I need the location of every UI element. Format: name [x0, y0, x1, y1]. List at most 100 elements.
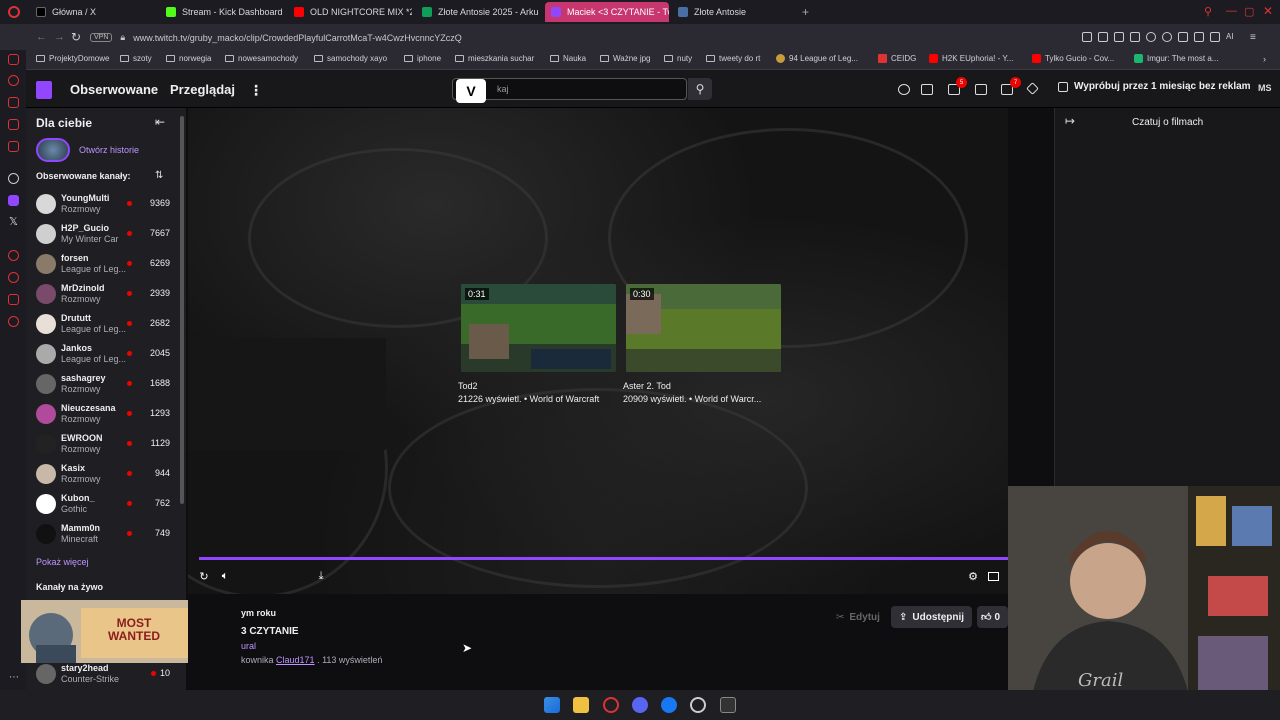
close-button[interactable]: ✕	[1263, 4, 1273, 18]
seek-bar[interactable]	[199, 557, 1008, 560]
crown-icon[interactable]	[898, 84, 910, 95]
search-input[interactable]: kaj	[452, 78, 687, 100]
ai-icon[interactable]: AI	[1226, 32, 1244, 42]
share-button[interactable]: ⇪ Udostępnij	[891, 606, 973, 628]
recommended-clip-2[interactable]: 0:30	[626, 284, 781, 372]
sidebar-item-h2p_gucio[interactable]: H2P_Gucio My Winter Car 7667	[36, 220, 176, 250]
inbox-icon[interactable]	[975, 84, 987, 95]
nav-browse[interactable]: Przeglądaj	[170, 82, 235, 97]
extension-logo-icon[interactable]: V	[456, 79, 486, 103]
facebook-icon[interactable]	[661, 697, 677, 713]
sidebar-item-youngmulti[interactable]: YoungMulti Rozmowy 9369	[36, 190, 176, 220]
back-icon[interactable]: ←	[36, 31, 47, 43]
sidebar-item-kasix[interactable]: Kasix Rozmowy 944	[36, 460, 176, 490]
volume-icon[interactable]: 🔈︎	[219, 570, 231, 582]
rail-chatgpt-icon[interactable]	[8, 173, 19, 184]
screenshot-icon[interactable]	[1098, 32, 1108, 42]
puzzle-icon[interactable]	[1178, 32, 1188, 42]
player-icon[interactable]	[1146, 32, 1156, 42]
rail-more-icon[interactable]: ⋯	[9, 672, 19, 683]
like-button[interactable]: 👍︎ 0	[977, 606, 1008, 628]
rail-history-icon[interactable]	[8, 75, 19, 86]
collapse-chat-icon[interactable]: ↦	[1065, 114, 1075, 128]
bookmark-folder[interactable]: nuty	[664, 54, 692, 63]
reload-icon[interactable]: ↻	[71, 30, 81, 44]
collapse-sidebar-icon[interactable]: ⇤	[155, 115, 165, 129]
tab-x[interactable]: Główna / X	[30, 2, 154, 22]
bookmark-link[interactable]: Tylko Gucio - Cov...	[1032, 54, 1114, 63]
stories-link[interactable]: Otwórz historie	[79, 145, 139, 155]
twitch-logo-icon[interactable]	[36, 81, 52, 99]
rail-settings-icon[interactable]	[8, 316, 19, 327]
bookmarks-more-icon[interactable]: ›	[1263, 54, 1266, 64]
file-explorer-icon[interactable]	[573, 697, 589, 713]
tab-sheets[interactable]: Złote Antosie 2025 - Arku	[416, 2, 540, 22]
rail-messenger-icon[interactable]	[8, 119, 19, 130]
tab-zlote-antosie[interactable]: Złote Antosie	[672, 2, 796, 22]
sidebar-item-mrdzinold[interactable]: MrDzinold Rozmowy 2939	[36, 280, 176, 310]
tab-youtube[interactable]: OLD NIGHTCORE MIX *20	[288, 2, 412, 22]
bookmark-folder[interactable]: szoty	[120, 54, 152, 63]
discord-icon[interactable]	[632, 697, 648, 713]
bookmark-folder[interactable]: nowesamochody	[225, 54, 298, 63]
vpn-badge[interactable]: VPN	[90, 33, 113, 42]
minimize-button[interactable]: —	[1226, 5, 1237, 17]
rail-instagram-icon[interactable]	[8, 141, 19, 152]
sidebar-scrollbar[interactable]	[180, 116, 184, 504]
clip-category-link[interactable]: ural	[241, 641, 256, 651]
opera-logo-icon[interactable]	[8, 6, 20, 18]
tab-kick[interactable]: Stream - Kick Dashboard	[160, 2, 284, 22]
heart-icon[interactable]	[1162, 32, 1172, 42]
forward-icon[interactable]: →	[54, 31, 65, 43]
nav-more-icon[interactable]: ⋮	[249, 82, 263, 99]
bookmark-icon[interactable]	[1082, 32, 1092, 42]
url-field[interactable]: VPN 🔒︎ www.twitch.tv/gruby_macko/clip/Cr…	[90, 29, 1060, 46]
sidebar-item-ewroon[interactable]: EWROON Rozmowy 1129	[36, 430, 176, 460]
bookmark-link[interactable]: Imgur: The most a...	[1134, 54, 1218, 63]
wallet-icon[interactable]	[1194, 32, 1204, 42]
search-tabs-icon[interactable]: ⚲	[1204, 5, 1212, 18]
bookmark-folder[interactable]: norwegia	[166, 54, 211, 63]
bookmark-link[interactable]: H2K EUphoria! - Y...	[929, 54, 1013, 63]
prime-icon[interactable]	[1058, 82, 1068, 92]
rail-clock-icon[interactable]	[8, 272, 19, 283]
rail-pin-icon[interactable]	[8, 294, 19, 305]
stories-avatar[interactable]	[36, 138, 70, 162]
rail-home-icon[interactable]	[8, 54, 19, 65]
gift-icon[interactable]	[921, 84, 933, 95]
search-button[interactable]: ⚲	[688, 78, 712, 100]
settings-gear-icon[interactable]: ⚙	[967, 570, 979, 583]
download-icon[interactable]	[1210, 32, 1220, 42]
bookmark-folder[interactable]: Ważne jpg	[600, 54, 651, 63]
bookmark-folder[interactable]: samochody xayo	[314, 54, 387, 63]
sidebar-item-mamm0n[interactable]: Mamm0n Minecraft 749	[36, 520, 176, 550]
sidebar-item-stary2head[interactable]: stary2head Counter-Strike 10	[36, 660, 176, 690]
edit-button[interactable]: ✂ Edytuj	[828, 606, 888, 628]
bookmark-folder[interactable]: iphone	[404, 54, 441, 63]
prime-promo-button[interactable]: Wypróbuj przez 1 miesiąc bez reklam	[1074, 81, 1251, 92]
sidebar-item-kubon_[interactable]: Kubon_ Gothic 762	[36, 490, 176, 520]
sort-icon[interactable]: ⇅	[155, 170, 163, 181]
bookmark-folder[interactable]: Nauka	[550, 54, 586, 63]
replay-icon[interactable]: ↻	[198, 570, 210, 583]
bookmark-folder[interactable]: ProjektyDomowe	[36, 54, 109, 63]
recommended-clip-1[interactable]: 0:31	[461, 284, 616, 372]
rail-music-icon[interactable]	[8, 250, 19, 261]
rail-twitch-icon[interactable]	[8, 195, 19, 206]
start-icon[interactable]	[544, 697, 560, 713]
sidebar-item-sashagrey[interactable]: sashagrey Rozmowy 1688	[36, 370, 176, 400]
opera-taskbar-icon[interactable]	[603, 697, 619, 713]
new-tab-button[interactable]: +	[802, 5, 809, 19]
nav-following[interactable]: Obserwowane	[70, 82, 158, 97]
avatar[interactable]: MS	[1258, 83, 1272, 93]
fullscreen-icon[interactable]	[988, 572, 999, 581]
clip-title[interactable]: Aster 2. Tod	[623, 381, 671, 391]
terminal-icon[interactable]	[720, 697, 736, 713]
tab-twitch-active[interactable]: Maciek <3 CZYTANIE - Tw	[545, 2, 669, 22]
extension-icon[interactable]	[1130, 32, 1140, 42]
download-icon[interactable]: ⤓	[315, 570, 327, 582]
show-more-link[interactable]: Pokaż więcej	[36, 557, 89, 567]
sidebar-item-nieuczesana[interactable]: Nieuczesana Rozmowy 1293	[36, 400, 176, 430]
bookmark-folder[interactable]: tweety do rt	[706, 54, 760, 63]
sidebar-item-jankos[interactable]: Jankos League of Leg... 2045	[36, 340, 176, 370]
